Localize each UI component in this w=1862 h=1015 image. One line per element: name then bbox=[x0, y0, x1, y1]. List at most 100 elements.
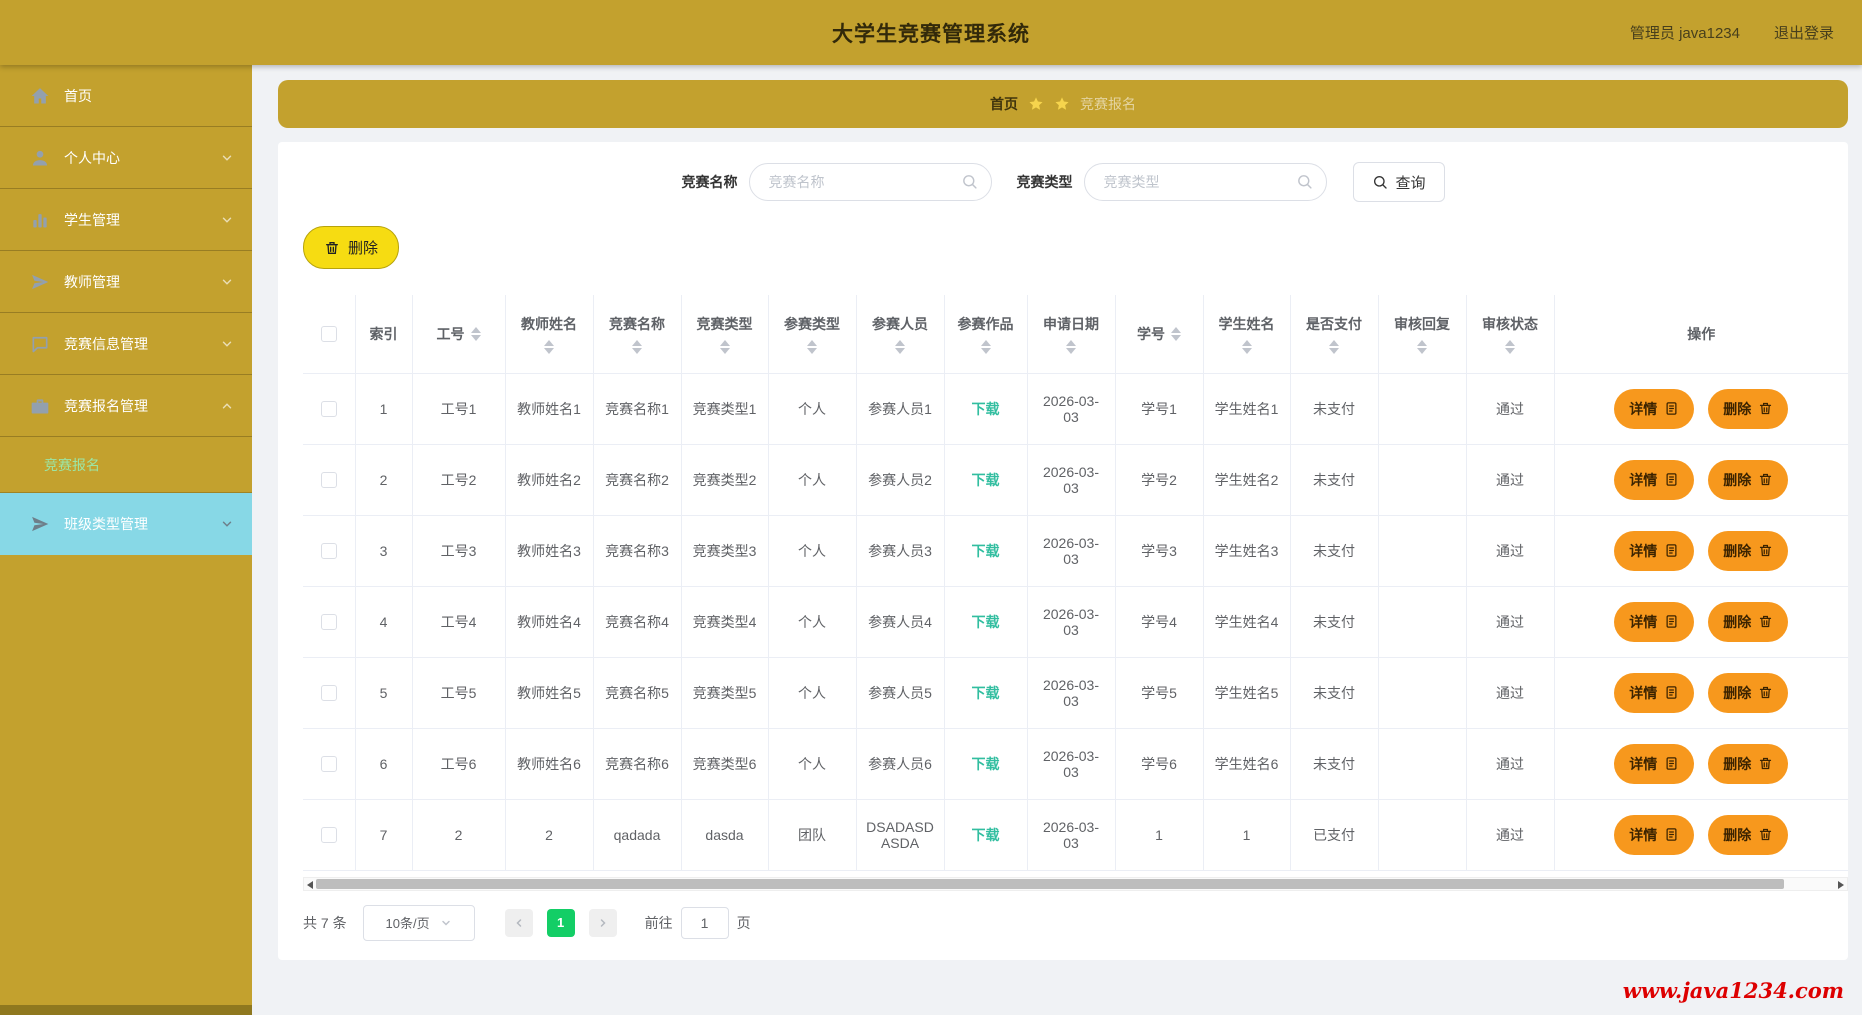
download-link[interactable]: 下载 bbox=[972, 614, 1000, 630]
row-checkbox[interactable] bbox=[321, 543, 337, 559]
download-link[interactable]: 下载 bbox=[972, 685, 1000, 701]
column-header-xuehao[interactable]: 学号 bbox=[1115, 295, 1203, 373]
delete-button[interactable]: 删除 bbox=[1708, 460, 1788, 500]
bulk-delete-button[interactable]: 删除 bbox=[303, 226, 399, 269]
column-header-comp_type[interactable]: 竞赛类型 bbox=[681, 295, 768, 373]
send-icon bbox=[30, 272, 50, 292]
sort-carets[interactable] bbox=[1242, 340, 1252, 354]
download-link[interactable]: 下载 bbox=[972, 472, 1000, 488]
column-header-work[interactable]: 参赛作品 bbox=[944, 295, 1027, 373]
sort-carets[interactable] bbox=[544, 340, 554, 354]
delete-button[interactable]: 删除 bbox=[1708, 815, 1788, 855]
cell-apply_date: 2026-03-03 bbox=[1027, 728, 1115, 799]
sort-carets[interactable] bbox=[895, 340, 905, 354]
column-header-comp_name[interactable]: 竞赛名称 bbox=[593, 295, 681, 373]
row-checkbox[interactable] bbox=[321, 472, 337, 488]
row-checkbox[interactable] bbox=[321, 827, 337, 843]
column-header-entry_type[interactable]: 参赛类型 bbox=[768, 295, 856, 373]
star-icon bbox=[1054, 96, 1070, 112]
column-header-gonghao[interactable]: 工号 bbox=[412, 295, 505, 373]
sort-carets[interactable] bbox=[1171, 327, 1181, 341]
cell-xuehao: 学号3 bbox=[1115, 515, 1203, 586]
sort-carets[interactable] bbox=[981, 340, 991, 354]
column-header-participants[interactable]: 参赛人员 bbox=[856, 295, 944, 373]
sidebar-subitem-competition-signup[interactable]: 竞赛报名 bbox=[0, 437, 252, 493]
trash-icon bbox=[1758, 472, 1773, 487]
cell-participants: 参赛人员2 bbox=[856, 444, 944, 515]
delete-button[interactable]: 删除 bbox=[1708, 673, 1788, 713]
row-checkbox[interactable] bbox=[321, 614, 337, 630]
page-size-select[interactable]: 10条/页 bbox=[363, 905, 475, 941]
sidebar-item-competition-info-mgmt[interactable]: 竞赛信息管理 bbox=[0, 313, 252, 375]
detail-button[interactable]: 详情 bbox=[1614, 815, 1694, 855]
next-page-button[interactable] bbox=[589, 909, 617, 937]
competition-type-input[interactable] bbox=[1084, 163, 1327, 201]
chart-icon bbox=[30, 210, 50, 230]
sidebar-item-competition-signup-mgmt[interactable]: 竞赛报名管理 bbox=[0, 375, 252, 437]
content-card: 竞赛名称 竞赛类型 查询 删除 bbox=[278, 142, 1848, 960]
cell-apply_date: 2026-03-03 bbox=[1027, 515, 1115, 586]
column-header-paid[interactable]: 是否支付 bbox=[1290, 295, 1378, 373]
row-checkbox[interactable] bbox=[321, 685, 337, 701]
download-link[interactable]: 下载 bbox=[972, 543, 1000, 559]
scroll-right-arrow-icon[interactable] bbox=[1838, 881, 1844, 889]
sort-carets[interactable] bbox=[1505, 340, 1515, 354]
sidebar-item-class-type-mgmt[interactable]: 班级类型管理 bbox=[0, 493, 252, 555]
scrollbar-thumb[interactable] bbox=[316, 879, 1784, 889]
sort-carets[interactable] bbox=[632, 340, 642, 354]
sidebar-item-label: 首页 bbox=[64, 86, 234, 106]
row-checkbox[interactable] bbox=[321, 401, 337, 417]
select-all-checkbox[interactable] bbox=[321, 326, 337, 342]
current-page-button[interactable]: 1 bbox=[547, 909, 575, 937]
competition-name-input[interactable] bbox=[749, 163, 992, 201]
goto-page-input[interactable] bbox=[681, 907, 729, 939]
cell-apply_date: 2026-03-03 bbox=[1027, 657, 1115, 728]
download-link[interactable]: 下载 bbox=[972, 756, 1000, 772]
detail-button[interactable]: 详情 bbox=[1614, 531, 1694, 571]
logout-link[interactable]: 退出登录 bbox=[1774, 22, 1834, 43]
column-header-review_status[interactable]: 审核状态 bbox=[1466, 295, 1554, 373]
detail-button[interactable]: 详情 bbox=[1614, 602, 1694, 642]
delete-button[interactable]: 删除 bbox=[1708, 531, 1788, 571]
delete-button[interactable]: 删除 bbox=[1708, 744, 1788, 784]
detail-button[interactable]: 详情 bbox=[1614, 744, 1694, 784]
cell-entry_type: 团队 bbox=[768, 799, 856, 870]
sidebar-item-personal-center[interactable]: 个人中心 bbox=[0, 127, 252, 189]
sort-carets[interactable] bbox=[471, 327, 481, 341]
sort-carets[interactable] bbox=[1329, 340, 1339, 354]
breadcrumb-home[interactable]: 首页 bbox=[990, 94, 1018, 114]
sort-carets[interactable] bbox=[1417, 340, 1427, 354]
column-header-teacher_name[interactable]: 教师姓名 bbox=[505, 295, 593, 373]
cell-xuehao: 学号4 bbox=[1115, 586, 1203, 657]
download-link[interactable]: 下载 bbox=[972, 827, 1000, 843]
horizontal-scrollbar[interactable] bbox=[303, 877, 1848, 891]
sidebar-item-home[interactable]: 首页 bbox=[0, 65, 252, 127]
sort-carets[interactable] bbox=[1066, 340, 1076, 354]
column-header-review_reply[interactable]: 审核回复 bbox=[1378, 295, 1466, 373]
cell-xuehao: 学号6 bbox=[1115, 728, 1203, 799]
delete-button[interactable]: 删除 bbox=[1708, 389, 1788, 429]
detail-button[interactable]: 详情 bbox=[1614, 389, 1694, 429]
download-link[interactable]: 下载 bbox=[972, 401, 1000, 417]
column-header-apply_date[interactable]: 申请日期 bbox=[1027, 295, 1115, 373]
detail-button[interactable]: 详情 bbox=[1614, 460, 1694, 500]
cell-comp_name: 竞赛名称4 bbox=[593, 586, 681, 657]
delete-button[interactable]: 删除 bbox=[1708, 602, 1788, 642]
cell-apply_date: 2026-03-03 bbox=[1027, 799, 1115, 870]
cell-comp_name: 竞赛名称1 bbox=[593, 373, 681, 444]
cell-entry_type: 个人 bbox=[768, 444, 856, 515]
cell-gonghao: 工号5 bbox=[412, 657, 505, 728]
scroll-left-arrow-icon[interactable] bbox=[307, 881, 313, 889]
sort-carets[interactable] bbox=[807, 340, 817, 354]
query-button[interactable]: 查询 bbox=[1353, 162, 1444, 202]
prev-page-button[interactable] bbox=[505, 909, 533, 937]
detail-button[interactable]: 详情 bbox=[1614, 673, 1694, 713]
cell-comp_name: qadada bbox=[593, 799, 681, 870]
row-checkbox[interactable] bbox=[321, 756, 337, 772]
sidebar-item-student-mgmt[interactable]: 学生管理 bbox=[0, 189, 252, 251]
chevron-down-icon bbox=[220, 337, 234, 351]
table-body: 1工号1教师姓名1竞赛名称1竞赛类型1个人参赛人员1下载2026-03-03学号… bbox=[303, 373, 1848, 870]
sort-carets[interactable] bbox=[720, 340, 730, 354]
sidebar-item-teacher-mgmt[interactable]: 教师管理 bbox=[0, 251, 252, 313]
column-header-student_name[interactable]: 学生姓名 bbox=[1203, 295, 1290, 373]
